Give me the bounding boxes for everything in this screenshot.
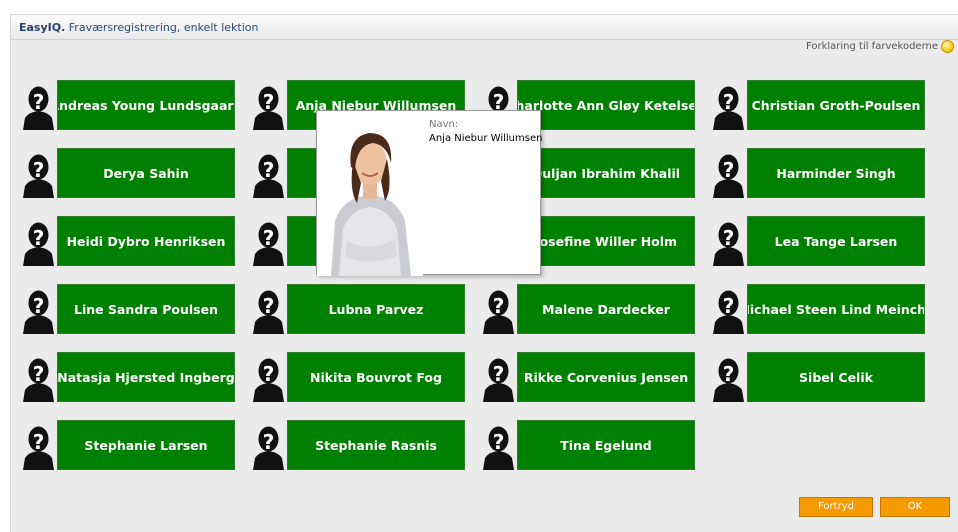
student-tile[interactable]: ? Andreas Young Lundsgaard bbox=[20, 80, 236, 130]
unknown-person-icon: ? bbox=[480, 420, 517, 470]
svg-text:?: ? bbox=[493, 430, 505, 454]
student-name: Malene Dardecker bbox=[517, 284, 695, 334]
student-name: Tina Egelund bbox=[517, 420, 695, 470]
student-tile[interactable]: ? Stephanie Rasnis bbox=[250, 420, 466, 470]
unknown-person-icon: ? bbox=[20, 420, 57, 470]
unknown-person-icon: ? bbox=[20, 80, 57, 130]
app-brand: EasyIQ. bbox=[19, 21, 66, 34]
svg-text:?: ? bbox=[33, 294, 45, 318]
unknown-person-icon: ? bbox=[250, 352, 287, 402]
cancel-button[interactable]: Fortryd bbox=[799, 497, 873, 517]
svg-text:?: ? bbox=[493, 362, 505, 386]
svg-text:?: ? bbox=[723, 158, 735, 182]
unknown-person-icon: ? bbox=[710, 352, 747, 402]
student-tile[interactable]: ? Michael Steen Lind Meinche bbox=[710, 284, 926, 334]
unknown-person-icon: ? bbox=[20, 284, 57, 334]
student-name: Charlotte Ann Gløy Ketelsen bbox=[517, 80, 695, 130]
svg-text:?: ? bbox=[723, 226, 735, 250]
student-tile[interactable]: ? Harminder Singh bbox=[710, 148, 926, 198]
svg-text:?: ? bbox=[263, 226, 275, 250]
student-name: Natasja Hjersted Ingberg bbox=[57, 352, 235, 402]
student-photo-popup: Navn: Anja Niebur Willumsen bbox=[316, 110, 543, 276]
student-tile[interactable]: ? Lubna Parvez bbox=[250, 284, 466, 334]
student-name: Lubna Parvez bbox=[287, 284, 465, 334]
student-photo bbox=[317, 111, 423, 276]
svg-text:?: ? bbox=[33, 158, 45, 182]
svg-text:?: ? bbox=[33, 362, 45, 386]
unknown-person-icon: ? bbox=[250, 148, 287, 198]
student-tile[interactable]: ? Rikke Corvenius Jensen bbox=[480, 352, 696, 402]
window-titlebar: EasyIQ. Fraværsregistrering, enkelt lekt… bbox=[11, 15, 958, 40]
unknown-person-icon: ? bbox=[250, 80, 287, 130]
student-name: Duljan Ibrahim Khalil bbox=[517, 148, 695, 198]
student-name: Sibel Celik bbox=[747, 352, 925, 402]
student-tile[interactable]: ? Stephanie Larsen bbox=[20, 420, 236, 470]
student-name: Josefine Willer Holm bbox=[517, 216, 695, 266]
student-name: Lea Tange Larsen bbox=[747, 216, 925, 266]
popup-student-name: Anja Niebur Willumsen bbox=[429, 133, 543, 144]
popup-name-label: Navn: bbox=[429, 119, 459, 130]
unknown-person-icon: ? bbox=[20, 352, 57, 402]
svg-text:?: ? bbox=[263, 362, 275, 386]
unknown-person-icon: ? bbox=[710, 80, 747, 130]
student-tile[interactable]: ? Malene Dardecker bbox=[480, 284, 696, 334]
unknown-person-icon: ? bbox=[250, 216, 287, 266]
student-tile[interactable]: ? Line Sandra Poulsen bbox=[20, 284, 236, 334]
student-name: Derya Sahin bbox=[57, 148, 235, 198]
student-tile[interactable]: ? Sibel Celik bbox=[710, 352, 926, 402]
unknown-person-icon: ? bbox=[480, 284, 517, 334]
unknown-person-icon: ? bbox=[710, 216, 747, 266]
student-name: Michael Steen Lind Meinche bbox=[747, 284, 925, 334]
student-tile[interactable]: ? Christian Groth-Poulsen bbox=[710, 80, 926, 130]
svg-text:?: ? bbox=[263, 294, 275, 318]
svg-text:?: ? bbox=[263, 90, 275, 114]
unknown-person-icon: ? bbox=[250, 284, 287, 334]
student-tile[interactable]: ? Tina Egelund bbox=[480, 420, 696, 470]
window-title: Fraværsregistrering, enkelt lektion bbox=[65, 21, 259, 34]
svg-text:?: ? bbox=[263, 430, 275, 454]
svg-text:?: ? bbox=[263, 158, 275, 182]
unknown-person-icon: ? bbox=[20, 148, 57, 198]
student-tile[interactable]: ? Nikita Bouvrot Fog bbox=[250, 352, 466, 402]
student-tile[interactable]: ? Heidi Dybro Henriksen bbox=[20, 216, 236, 266]
svg-text:?: ? bbox=[33, 226, 45, 250]
unknown-person-icon: ? bbox=[20, 216, 57, 266]
svg-text:?: ? bbox=[723, 294, 735, 318]
student-name: Nikita Bouvrot Fog bbox=[287, 352, 465, 402]
svg-text:?: ? bbox=[723, 362, 735, 386]
unknown-person-icon: ? bbox=[480, 352, 517, 402]
unknown-person-icon: ? bbox=[250, 420, 287, 470]
unknown-person-icon: ? bbox=[710, 284, 747, 334]
svg-text:?: ? bbox=[33, 90, 45, 114]
student-name: Christian Groth-Poulsen bbox=[747, 80, 925, 130]
student-tile[interactable]: ? Lea Tange Larsen bbox=[710, 216, 926, 266]
student-name: Rikke Corvenius Jensen bbox=[517, 352, 695, 402]
svg-text:?: ? bbox=[493, 294, 505, 318]
student-name: Andreas Young Lundsgaard bbox=[57, 80, 235, 130]
student-name: Line Sandra Poulsen bbox=[57, 284, 235, 334]
color-legend-link[interactable]: Forklaring til farvekoderne lightbulb-ic… bbox=[806, 40, 954, 53]
lightbulb-icon: lightbulb-icon bbox=[941, 40, 954, 53]
student-name: Stephanie Larsen bbox=[57, 420, 235, 470]
ok-button[interactable]: OK bbox=[880, 497, 950, 517]
unknown-person-icon: ? bbox=[710, 148, 747, 198]
student-name: Stephanie Rasnis bbox=[287, 420, 465, 470]
student-name: Harminder Singh bbox=[747, 148, 925, 198]
student-name: Heidi Dybro Henriksen bbox=[57, 216, 235, 266]
color-legend-label: Forklaring til farvekoderne bbox=[805, 41, 938, 52]
svg-text:?: ? bbox=[723, 90, 735, 114]
svg-text:?: ? bbox=[33, 430, 45, 454]
student-tile[interactable]: ? Derya Sahin bbox=[20, 148, 236, 198]
student-tile[interactable]: ? Natasja Hjersted Ingberg bbox=[20, 352, 236, 402]
